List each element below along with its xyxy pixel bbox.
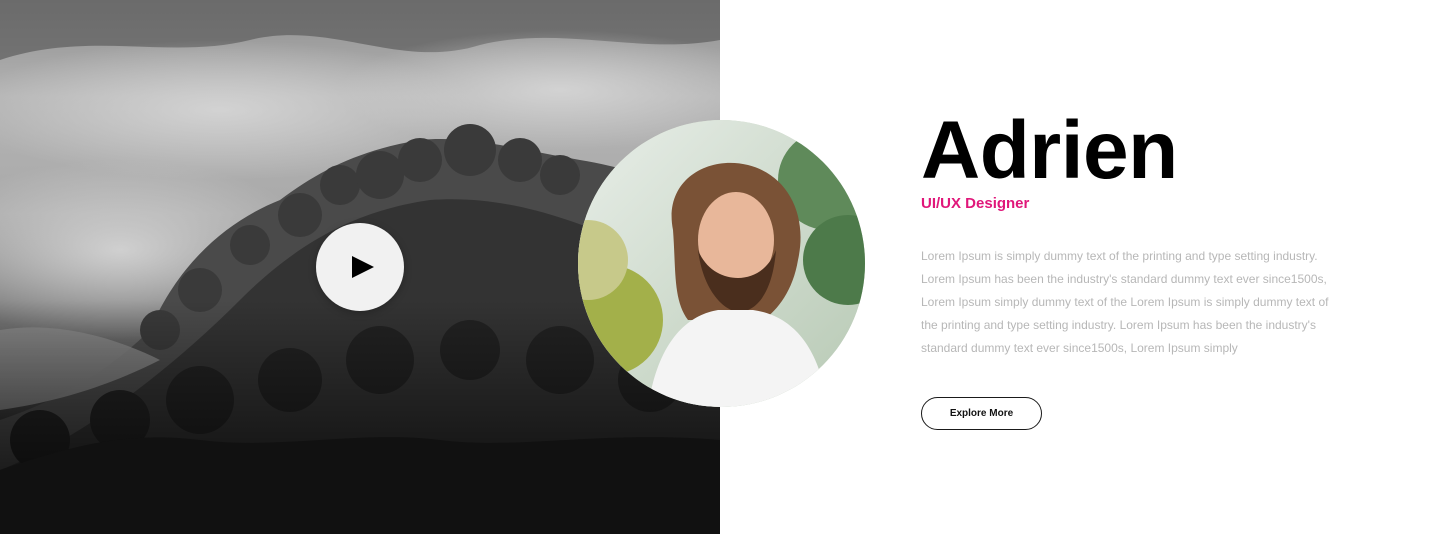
- explore-more-button[interactable]: Explore More: [921, 397, 1042, 430]
- profile-info: Adrien UI/UX Designer Lorem Ipsum is sim…: [921, 108, 1341, 430]
- profile-name: Adrien: [921, 105, 1178, 196]
- profile-role: UI/UX Designer: [921, 195, 1030, 212]
- profile-bio: Lorem Ipsum is simply dummy text of the …: [921, 249, 1329, 355]
- play-video-button[interactable]: [316, 223, 404, 311]
- avatar-portrait-illustration: [578, 120, 865, 407]
- play-icon: [352, 256, 374, 278]
- about-section: Adrien UI/UX Designer Lorem Ipsum is sim…: [0, 0, 1440, 534]
- profile-avatar: [578, 120, 865, 407]
